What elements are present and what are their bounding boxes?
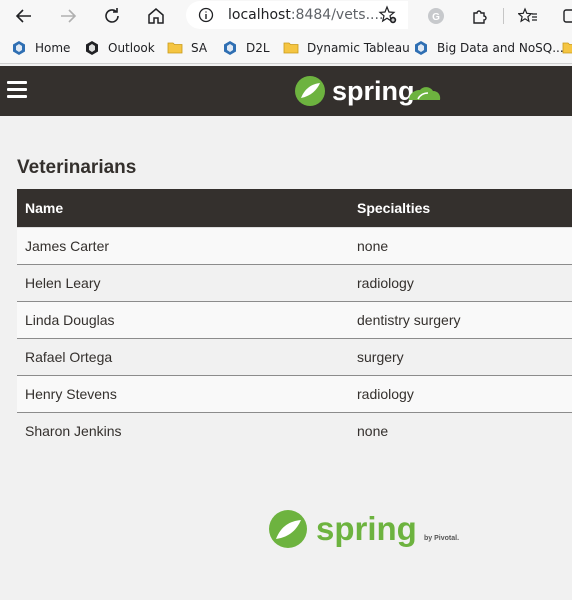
- vet-name: Rafael Ortega: [17, 337, 349, 375]
- forward-icon[interactable]: [54, 2, 82, 30]
- column-header-specialties[interactable]: Specialties: [349, 189, 572, 227]
- page-title: Veterinarians: [17, 157, 137, 178]
- vet-specialties: radiology: [349, 263, 572, 301]
- table-row: Helen Leary radiology: [17, 263, 572, 301]
- add-favorite-icon[interactable]: [378, 5, 398, 30]
- vet-name: Helen Leary: [17, 263, 349, 301]
- spring-by-pivotal-logo: spring by Pivotal.: [268, 508, 468, 557]
- vet-name: Henry Stevens: [17, 374, 349, 412]
- url-text: localhost:8484/vets....: [228, 7, 383, 23]
- reload-icon[interactable]: [98, 2, 126, 30]
- favorites-icon[interactable]: [514, 2, 542, 30]
- bookmark-label: Outlook: [108, 41, 155, 55]
- bookmark-label: D2L: [246, 41, 270, 55]
- bookmark-label: Dynamic Tableau: [307, 41, 410, 55]
- vet-name: James Carter: [17, 226, 349, 264]
- bookmark-home[interactable]: Home: [11, 38, 70, 58]
- vet-specialties: surgery: [349, 337, 572, 375]
- url-host: localhost: [228, 7, 291, 23]
- footer-spring-wordmark: spring: [316, 510, 417, 547]
- footer-by-pivotal: by Pivotal.: [424, 535, 459, 542]
- vet-name: Sharon Jenkins: [17, 411, 349, 449]
- spring-logo[interactable]: spring: [294, 74, 444, 113]
- blue-cube-icon: [222, 40, 238, 56]
- blue-cube-icon: [11, 40, 27, 56]
- bookmark-folder-dynamic-tableau[interactable]: Dynamic Tableau: [283, 38, 410, 58]
- home-icon[interactable]: [142, 2, 170, 30]
- vet-specialties: dentistry surgery: [349, 300, 572, 338]
- svg-text:G: G: [432, 12, 440, 23]
- extensions-icon[interactable]: [466, 2, 494, 30]
- table-header-row: Name Specialties: [17, 189, 572, 227]
- back-icon[interactable]: [10, 2, 38, 30]
- info-icon[interactable]: [198, 7, 214, 28]
- toolbar-divider: [503, 8, 504, 24]
- folder-icon: [562, 40, 572, 56]
- bookmark-big-data[interactable]: Big Data and NoSQ...: [413, 38, 564, 58]
- bookmark-outlook[interactable]: Outlook: [84, 38, 155, 58]
- browser-toolbar: localhost:8484/vets.... G: [0, 0, 572, 32]
- spring-wordmark: spring: [332, 76, 415, 106]
- column-header-name[interactable]: Name: [17, 189, 349, 227]
- table-row: Linda Douglas dentistry surgery: [17, 300, 572, 338]
- vet-name: Linda Douglas: [17, 300, 349, 338]
- url-path: :8484/vets....: [290, 7, 384, 23]
- table-row: Rafael Ortega surgery: [17, 337, 572, 375]
- app-navbar: spring: [0, 66, 572, 116]
- bookmarks-bar: Home Outlook SA D2L Dynamic Tableau Big …: [0, 32, 572, 64]
- vet-specialties: radiology: [349, 374, 572, 412]
- hamburger-menu-icon[interactable]: [7, 81, 27, 99]
- vet-specialties: none: [349, 226, 572, 264]
- black-cube-icon: [84, 40, 100, 56]
- table-row: Henry Stevens radiology: [17, 374, 572, 412]
- blue-cube-icon: [413, 40, 429, 56]
- table-row: Sharon Jenkins none: [17, 411, 572, 449]
- folder-icon: [167, 40, 183, 56]
- vets-table: Name Specialties James Carter none Helen…: [17, 189, 572, 449]
- table-row: James Carter none: [17, 226, 572, 264]
- folder-icon: [283, 40, 299, 56]
- bookmark-folder-overflow[interactable]: [562, 38, 572, 58]
- bookmark-d2l[interactable]: D2L: [222, 38, 270, 58]
- bookmark-folder-sa[interactable]: SA: [167, 38, 207, 58]
- bookmark-label: Big Data and NoSQ...: [437, 41, 564, 55]
- grammarly-icon[interactable]: G: [422, 2, 450, 30]
- bookmark-label: SA: [191, 41, 208, 55]
- vet-specialties: none: [349, 411, 572, 449]
- bookmark-label: Home: [35, 41, 71, 55]
- address-bar[interactable]: localhost:8484/vets....: [186, 1, 408, 29]
- collections-icon[interactable]: [556, 2, 572, 30]
